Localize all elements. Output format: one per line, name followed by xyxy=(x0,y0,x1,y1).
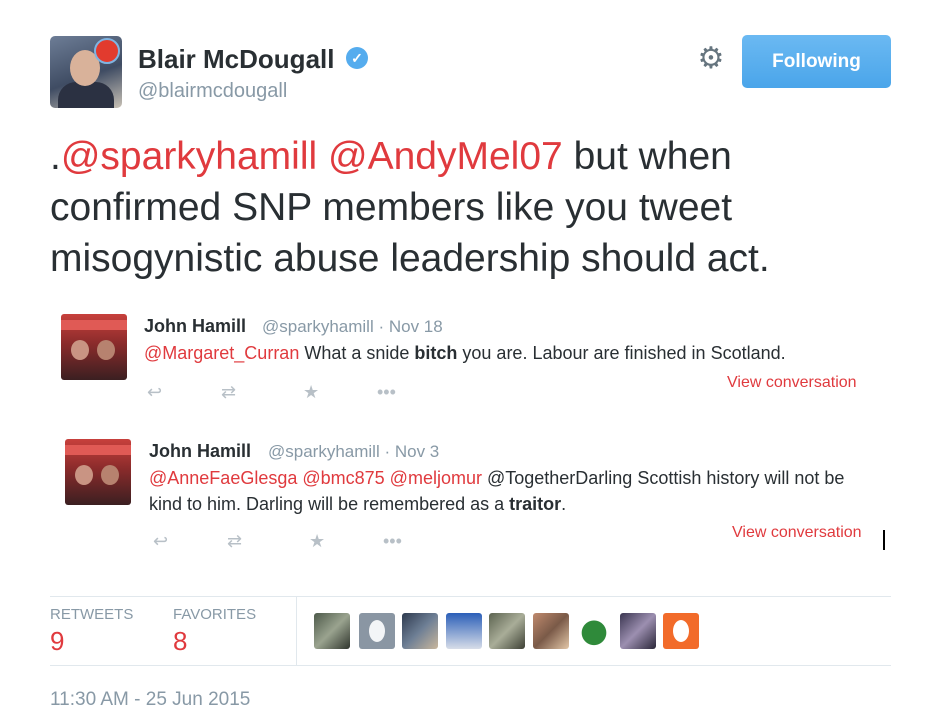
embedded-meta: @sparkyhamill · Nov 3 xyxy=(268,442,440,461)
text-cursor xyxy=(883,530,885,550)
more-icon: ••• xyxy=(377,382,396,402)
verified-badge-icon: ✓ xyxy=(346,47,368,69)
favoriter-avatar[interactable] xyxy=(359,613,395,649)
tweet-text: .@sparkyhamill @AndyMel07 but when confi… xyxy=(50,131,880,284)
embedded-text: . xyxy=(561,494,567,514)
avatar-person xyxy=(101,465,119,485)
avatar-banner xyxy=(65,445,131,455)
avatar-person xyxy=(71,340,89,360)
gear-icon[interactable]: ⚙ xyxy=(696,44,726,74)
retweets-label[interactable]: RETWEETS xyxy=(50,606,133,623)
retweet-icon: ⇄ xyxy=(221,382,237,402)
author-name[interactable]: Blair McDougall xyxy=(138,44,334,75)
more-icon: ••• xyxy=(383,531,402,551)
avatar-person xyxy=(75,465,93,485)
favoriter-avatar[interactable] xyxy=(402,613,438,649)
favoriter-avatar[interactable] xyxy=(620,613,656,649)
embedded-actions: ↩ ⇄ ★ ••• xyxy=(147,382,427,406)
reply-icon: ↩ xyxy=(153,531,169,551)
embedded-body: @Margaret_Curran What a snide bitch you … xyxy=(144,340,864,366)
stats-top-divider xyxy=(50,596,891,597)
mention-sparkyhamill[interactable]: @sparkyhamill xyxy=(61,135,317,178)
embedded-text: What a snide xyxy=(299,343,415,363)
following-button[interactable]: Following xyxy=(742,35,891,88)
embedded-bold-word: bitch xyxy=(414,343,458,363)
tweet-space xyxy=(317,135,328,178)
view-conversation-link: View conversation xyxy=(732,524,862,541)
favoriter-avatar[interactable] xyxy=(446,613,482,649)
favorites-count[interactable]: 8 xyxy=(173,626,187,657)
retweets-count[interactable]: 9 xyxy=(50,626,64,657)
embedded-body: @AnneFaeGlesga @bmc875 @meljomur @Togeth… xyxy=(149,465,869,517)
avatar-banner xyxy=(61,320,127,330)
favoriter-avatar[interactable] xyxy=(314,613,350,649)
avatar-badge-icon xyxy=(94,38,120,64)
embedded-bold-word: traitor xyxy=(509,494,562,514)
favoriter-avatar[interactable] xyxy=(533,613,569,649)
stats-bottom-divider xyxy=(50,665,891,666)
embedded-avatar xyxy=(65,439,131,505)
star-icon: ★ xyxy=(309,531,326,551)
stats-divider xyxy=(296,597,297,665)
embedded-screenshot: John Hamill @sparkyhamill · Nov 18 @Marg… xyxy=(51,302,887,564)
avatar-person xyxy=(97,340,115,360)
embedded-text: you are. Labour are finished in Scotland… xyxy=(457,343,786,363)
tweet-timestamp[interactable]: 11:30 AM - 25 Jun 2015 xyxy=(50,689,250,711)
author-avatar[interactable] xyxy=(50,36,122,108)
retweet-icon: ⇄ xyxy=(227,531,243,551)
embedded-mentions: @Margaret_Curran xyxy=(144,343,300,363)
embedded-name: John Hamill xyxy=(149,441,252,461)
embedded-name: John Hamill xyxy=(144,316,247,336)
view-conversation-link: View conversation xyxy=(727,374,857,391)
embedded-mentions: @AnneFaeGlesga @bmc875 @meljomur xyxy=(149,468,482,488)
tweet-prefix: . xyxy=(50,135,61,178)
author-handle[interactable]: @blairmcdougall xyxy=(138,80,287,103)
embedded-actions: ↩ ⇄ ★ ••• xyxy=(153,531,433,555)
mention-andymel07[interactable]: @AndyMel07 xyxy=(328,135,563,178)
favoriter-avatar[interactable] xyxy=(663,613,699,649)
embedded-avatar xyxy=(61,314,127,380)
favorites-label[interactable]: FAVORITES xyxy=(173,606,256,623)
reply-icon: ↩ xyxy=(147,382,163,402)
favoriter-avatar[interactable] xyxy=(489,613,525,649)
favoriter-avatar[interactable] xyxy=(576,613,612,649)
star-icon: ★ xyxy=(303,382,320,402)
embedded-meta: @sparkyhamill · Nov 18 xyxy=(262,317,443,336)
